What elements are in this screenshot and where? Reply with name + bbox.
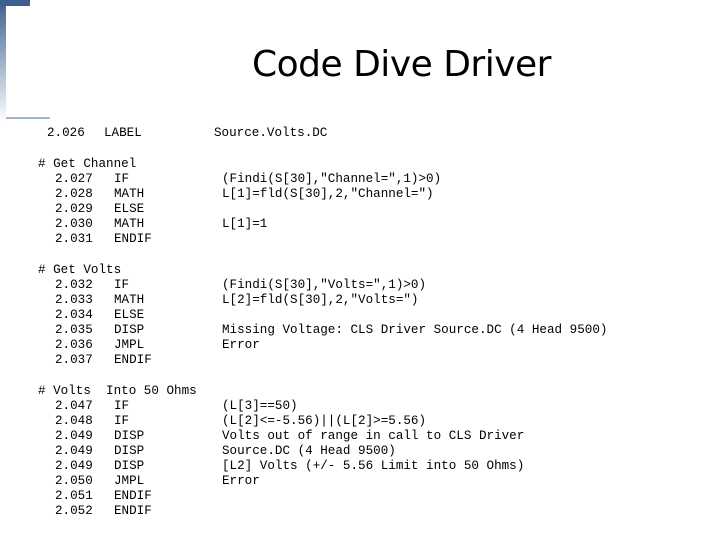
line-operand: L[1]=1 bbox=[222, 217, 268, 231]
line-keyword: IF bbox=[114, 278, 130, 292]
line-keyword: IF bbox=[114, 172, 130, 186]
line-number: 2.027 bbox=[55, 172, 93, 186]
line-number: 2.028 bbox=[55, 187, 93, 201]
line-number: 2.050 bbox=[55, 474, 93, 488]
line-keyword: IF bbox=[114, 414, 130, 428]
line-keyword: ELSE bbox=[114, 308, 145, 322]
line-number: 2.034 bbox=[55, 308, 93, 322]
line-operand: Source.DC (4 Head 9500) bbox=[222, 444, 396, 458]
line-number: 2.031 bbox=[55, 232, 93, 246]
line-number: 2.037 bbox=[55, 353, 93, 367]
line-keyword: MATH bbox=[114, 187, 145, 201]
line-operand: (L[2]<=-5.56)||(L[2]>=5.56) bbox=[222, 414, 427, 428]
header-keyword: LABEL bbox=[104, 126, 142, 140]
line-keyword: DISP bbox=[114, 459, 145, 473]
line-keyword: MATH bbox=[114, 217, 145, 231]
line-keyword: DISP bbox=[114, 323, 145, 337]
line-operand: (Findi(S[30],"Channel=",1)>0) bbox=[222, 172, 442, 186]
line-keyword: IF bbox=[114, 399, 130, 413]
line-number: 2.047 bbox=[55, 399, 93, 413]
section-comment: # Volts Into 50 Ohms bbox=[38, 384, 197, 398]
line-number: 2.030 bbox=[55, 217, 93, 231]
line-operand: L[2]=fld(S[30],2,"Volts=") bbox=[222, 293, 419, 307]
line-keyword: DISP bbox=[114, 444, 145, 458]
line-keyword: DISP bbox=[114, 429, 145, 443]
line-keyword: ENDIF bbox=[114, 232, 152, 246]
line-number: 2.049 bbox=[55, 459, 93, 473]
page-title: Code Dive Driver bbox=[251, 44, 552, 85]
section-comment: # Get Volts bbox=[38, 263, 122, 277]
line-keyword: ENDIF bbox=[114, 504, 152, 518]
line-number: 2.036 bbox=[55, 338, 93, 352]
line-number: 2.035 bbox=[55, 323, 93, 337]
line-operand: (Findi(S[30],"Volts=",1)>0) bbox=[222, 278, 427, 292]
header-operand: Source.Volts.DC bbox=[214, 126, 328, 140]
line-operand: Missing Voltage: CLS Driver Source.DC (4… bbox=[222, 323, 608, 337]
line-keyword: JMPL bbox=[114, 474, 145, 488]
line-number: 2.029 bbox=[55, 202, 93, 216]
section-comment: # Get Channel bbox=[38, 157, 137, 171]
line-operand: Volts out of range in call to CLS Driver bbox=[222, 429, 525, 443]
line-keyword: JMPL bbox=[114, 338, 145, 352]
header-line-number: 2.026 bbox=[47, 126, 85, 140]
line-number: 2.049 bbox=[55, 444, 93, 458]
line-keyword: MATH bbox=[114, 293, 145, 307]
line-number: 2.048 bbox=[55, 414, 93, 428]
line-number: 2.052 bbox=[55, 504, 93, 518]
line-operand: [L2] Volts (+/- 5.56 Limit into 50 Ohms) bbox=[222, 459, 525, 473]
line-operand: L[1]=fld(S[30],2,"Channel=") bbox=[222, 187, 434, 201]
line-operand: (L[3]==50) bbox=[222, 399, 298, 413]
line-keyword: ENDIF bbox=[114, 353, 152, 367]
line-number: 2.051 bbox=[55, 489, 93, 503]
line-operand: Error bbox=[222, 338, 260, 352]
line-keyword: ELSE bbox=[114, 202, 145, 216]
line-number: 2.033 bbox=[55, 293, 93, 307]
line-keyword: ENDIF bbox=[114, 489, 152, 503]
line-operand: Error bbox=[222, 474, 260, 488]
line-number: 2.032 bbox=[55, 278, 93, 292]
line-number: 2.049 bbox=[55, 429, 93, 443]
